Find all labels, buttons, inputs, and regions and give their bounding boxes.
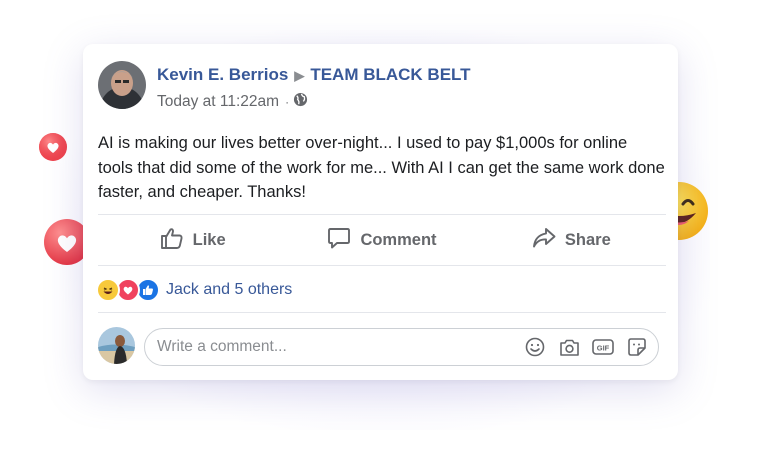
post-timestamp[interactable]: Today at 11:22am bbox=[157, 93, 279, 111]
author-name[interactable]: Kevin E. Berrios bbox=[157, 65, 288, 84]
group-name[interactable]: TEAM BLACK BELT bbox=[310, 65, 470, 84]
comment-input[interactable] bbox=[145, 337, 524, 357]
divider-middle bbox=[98, 265, 666, 266]
comment-icon bbox=[327, 227, 351, 254]
haha-reaction-icon bbox=[96, 278, 120, 302]
floating-heart-icon-small bbox=[38, 132, 68, 167]
camera-icon[interactable] bbox=[558, 336, 580, 358]
arrow-right-icon: ▶ bbox=[294, 68, 305, 83]
author-line: Kevin E. Berrios ▶ TEAM BLACK BELT bbox=[157, 65, 471, 85]
current-user-avatar bbox=[98, 327, 135, 364]
reactions-count-label[interactable]: Jack and 5 others bbox=[166, 281, 292, 299]
post-meta: Today at 11:22am · bbox=[157, 92, 308, 112]
gif-icon[interactable]: GIF bbox=[592, 336, 614, 358]
globe-icon bbox=[293, 92, 308, 112]
comment-label: Comment bbox=[360, 230, 437, 249]
share-icon bbox=[532, 227, 556, 254]
svg-text:GIF: GIF bbox=[597, 344, 610, 353]
divider-bottom bbox=[98, 312, 666, 313]
comment-button[interactable]: Comment bbox=[287, 215, 476, 265]
separator-dot: · bbox=[285, 95, 290, 109]
reactions-summary[interactable]: Jack and 5 others bbox=[96, 278, 292, 302]
like-icon bbox=[160, 227, 184, 254]
post-text: AI is making our lives better over-night… bbox=[98, 134, 665, 201]
author-avatar[interactable] bbox=[98, 61, 146, 109]
post-actions: Like Comment Share bbox=[98, 215, 666, 265]
comment-composer: GIF bbox=[144, 328, 659, 366]
like-label: Like bbox=[192, 230, 226, 249]
composer-tools: GIF bbox=[524, 336, 658, 358]
share-button[interactable]: Share bbox=[477, 215, 666, 265]
sticker-icon[interactable] bbox=[626, 336, 648, 358]
like-button[interactable]: Like bbox=[98, 215, 287, 265]
share-label: Share bbox=[564, 230, 611, 249]
post-card: Kevin E. Berrios ▶ TEAM BLACK BELT Today a… bbox=[83, 44, 678, 380]
emoji-icon[interactable] bbox=[524, 336, 546, 358]
